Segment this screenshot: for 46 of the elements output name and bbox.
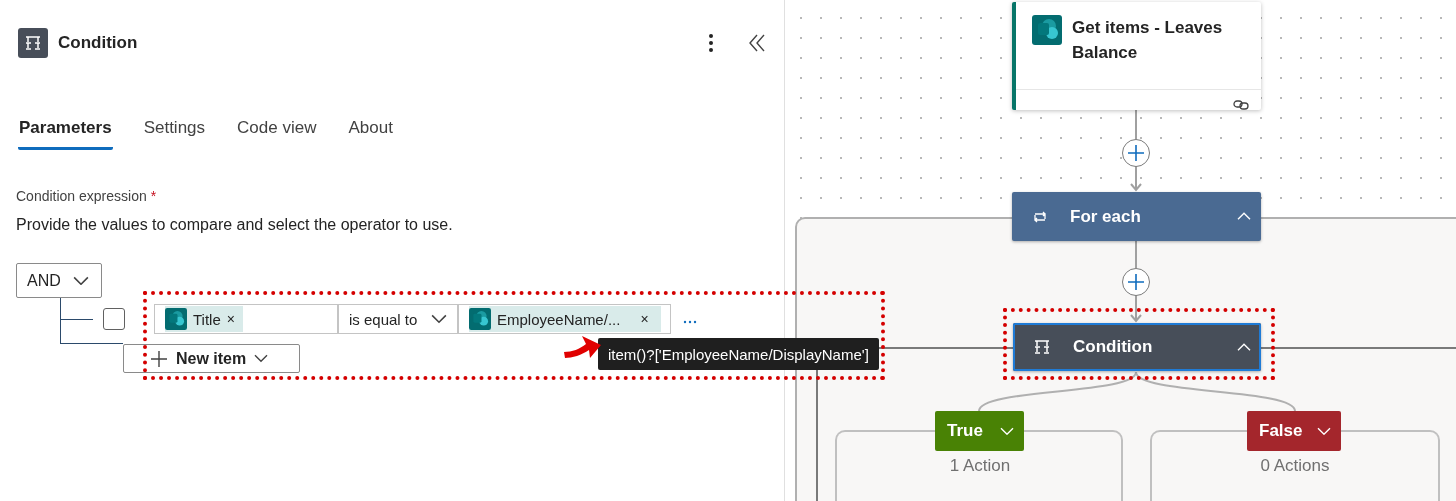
kebab-icon xyxy=(709,34,713,52)
tab[interactable]: Settings xyxy=(142,117,207,150)
token-chip[interactable]: EmployeeName/... × xyxy=(469,306,661,332)
panel-title: Condition xyxy=(58,33,138,53)
sharepoint-icon xyxy=(1032,15,1062,45)
loop-icon xyxy=(1032,209,1048,224)
field-label: Condition expression * xyxy=(16,187,157,205)
tab[interactable]: Code view xyxy=(236,117,318,150)
chevron-icon xyxy=(73,275,89,286)
value-field[interactable]: Title × xyxy=(154,304,338,334)
sharepoint-icon xyxy=(469,308,491,330)
value-field[interactable]: EmployeeName/... × xyxy=(458,304,671,334)
new-item-button[interactable]: New item xyxy=(123,344,300,373)
action-count: 1 Action xyxy=(949,456,1011,476)
loop-card[interactable]: For each xyxy=(1012,192,1261,241)
tab[interactable]: About xyxy=(347,117,394,150)
description-text: Provide the values to compare and select the operator to use. xyxy=(16,215,454,235)
sharepoint-icon xyxy=(165,308,187,330)
branch-button[interactable]: True xyxy=(935,411,1024,451)
chevron-icon xyxy=(1317,426,1331,436)
tab[interactable]: Parameters xyxy=(18,117,113,150)
branch-button[interactable]: False xyxy=(1247,411,1341,451)
chevron-icon xyxy=(1000,426,1014,436)
operator-dropdown[interactable]: is equal to xyxy=(338,304,458,334)
action-card[interactable]: Get items - Leaves Balance xyxy=(1012,2,1261,110)
more-icon xyxy=(683,320,697,324)
condition-icon xyxy=(18,28,48,58)
chevron-icon xyxy=(431,314,447,324)
add-step-button[interactable] xyxy=(1122,139,1150,167)
link-icon xyxy=(1233,100,1249,110)
chevron-icon xyxy=(1237,212,1251,221)
double-chevron-icon xyxy=(749,34,765,52)
remove-token-button[interactable]: × xyxy=(224,311,237,327)
chevron-icon xyxy=(1237,342,1251,352)
condition-card[interactable]: Condition xyxy=(1013,323,1261,371)
token-chip[interactable]: Title × xyxy=(165,306,243,332)
operator-dropdown[interactable]: AND xyxy=(16,263,102,298)
action-count: 0 Actions xyxy=(1260,456,1330,476)
plus-icon xyxy=(1127,144,1145,162)
remove-token-button[interactable]: × xyxy=(638,311,651,327)
tooltip: item()?['EmployeeName/DisplayName'] xyxy=(598,338,879,370)
condition-icon xyxy=(1033,339,1051,355)
checkbox[interactable] xyxy=(103,308,125,330)
plus-icon xyxy=(1127,273,1145,291)
plus-icon xyxy=(150,349,168,368)
chevron-icon xyxy=(254,354,269,363)
